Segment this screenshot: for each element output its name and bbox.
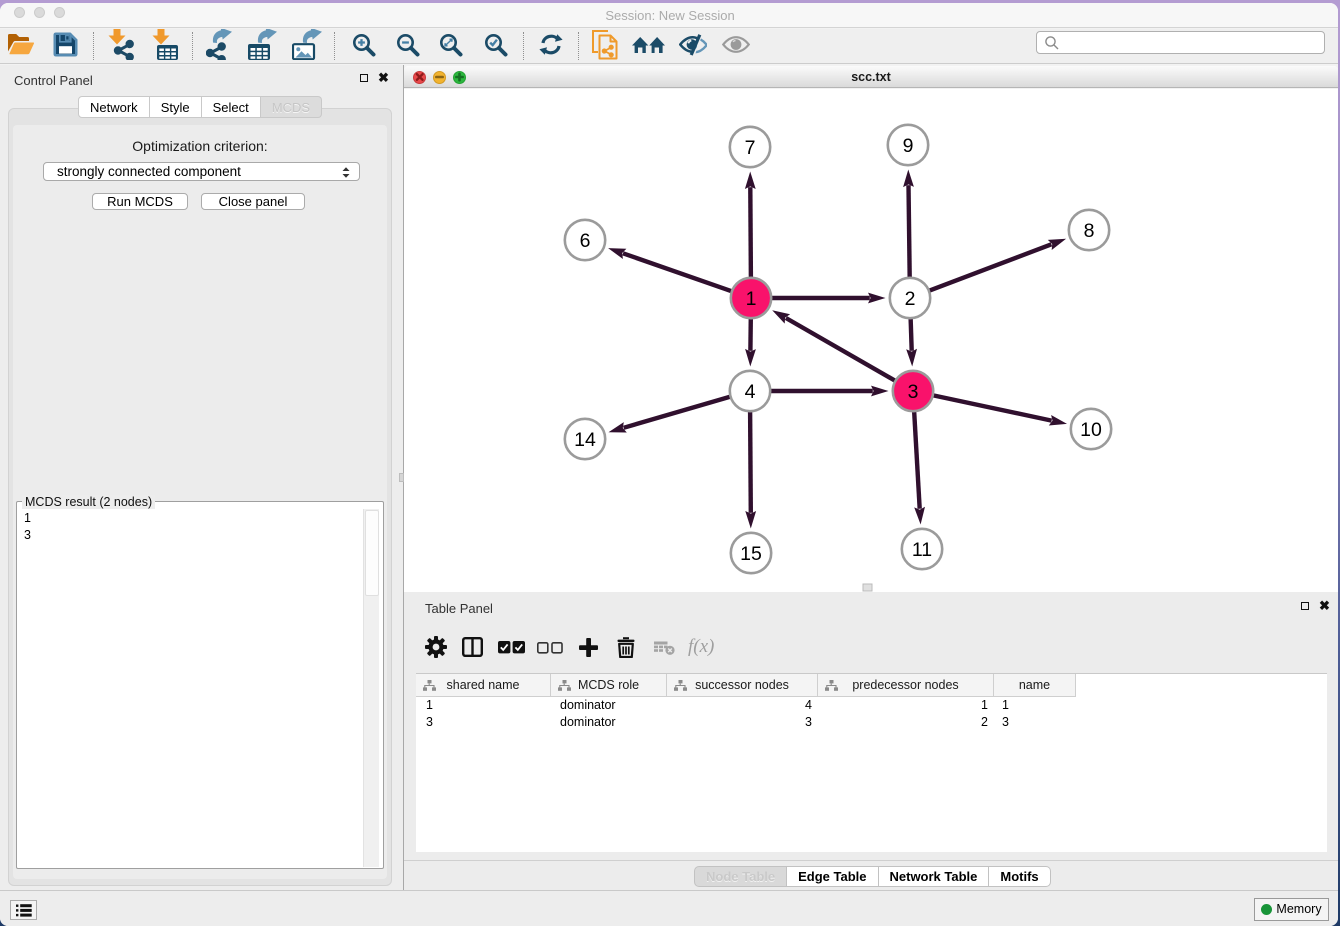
- svg-text:15: 15: [740, 543, 762, 565]
- svg-text:9: 9: [903, 135, 914, 157]
- svg-text:14: 14: [574, 429, 596, 451]
- svg-text:4: 4: [745, 381, 756, 403]
- svg-text:7: 7: [745, 137, 756, 159]
- svg-text:3: 3: [908, 381, 919, 403]
- svg-text:1: 1: [746, 288, 757, 310]
- svg-text:10: 10: [1080, 419, 1102, 441]
- svg-text:11: 11: [912, 539, 932, 561]
- svg-text:2: 2: [905, 288, 916, 310]
- svg-text:8: 8: [1084, 220, 1095, 242]
- svg-text:6: 6: [580, 230, 591, 252]
